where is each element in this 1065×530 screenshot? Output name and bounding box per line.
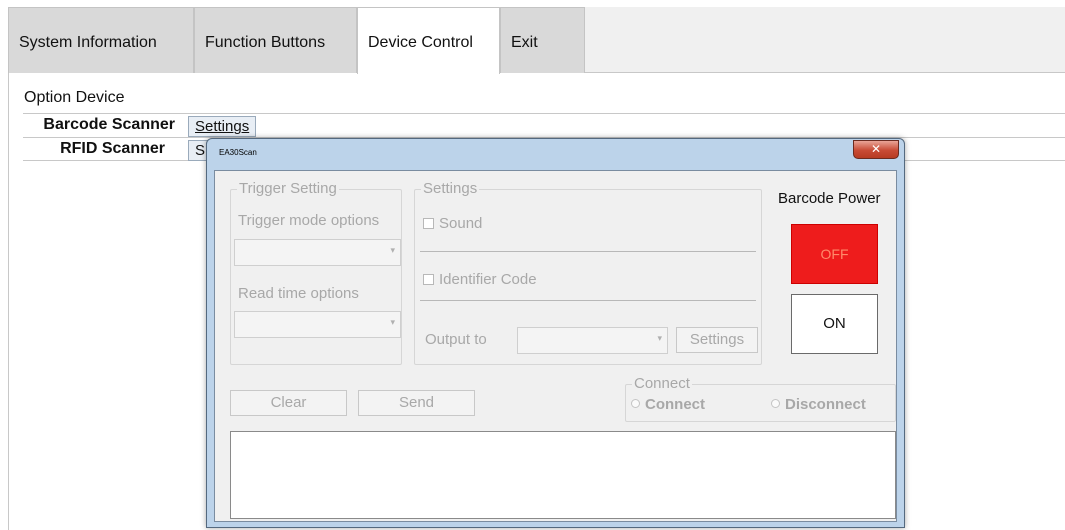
send-button[interactable]: Send	[358, 390, 475, 416]
divider	[420, 300, 756, 301]
connect-radio[interactable]: Connect	[631, 396, 705, 413]
settings-group: Settings Sound Identifier Code Output to…	[414, 180, 762, 365]
identifier-code-label: Identifier Code	[439, 271, 537, 288]
chevron-down-icon: ▾	[390, 317, 395, 327]
disconnect-label: Disconnect	[785, 396, 866, 413]
sound-label: Sound	[439, 215, 483, 232]
disconnect-radio[interactable]: Disconnect	[771, 396, 866, 413]
option-device-label: Option Device	[24, 89, 125, 106]
connect-group: Connect Connect Disconnect	[625, 375, 896, 422]
trigger-mode-label: Trigger mode options	[238, 212, 380, 229]
settings-group-title: Settings	[421, 180, 480, 197]
chevron-down-icon: ▾	[390, 245, 395, 255]
tab-strip: System Information Function Buttons Devi…	[8, 7, 1065, 74]
trigger-mode-select[interactable]: ▾	[234, 239, 401, 266]
output-to-label: Output to	[425, 331, 487, 348]
close-icon[interactable]: ✕	[853, 140, 899, 159]
barcode-power-label: Barcode Power	[778, 190, 881, 207]
chevron-down-icon: ▾	[657, 333, 662, 343]
output-textarea[interactable]	[230, 431, 896, 519]
identifier-code-checkbox[interactable]: Identifier Code	[423, 271, 537, 288]
read-time-select[interactable]: ▾	[234, 311, 401, 338]
power-off-button[interactable]: OFF	[791, 224, 878, 284]
barcode-settings-button[interactable]: Settings	[188, 116, 257, 137]
checkbox-icon	[423, 218, 434, 229]
rfid-scanner-label: RFID Scanner	[60, 140, 165, 157]
ea30scan-dialog: EA30Scan ✕ Trigger Setting Trigger mode …	[206, 138, 905, 528]
tab-exit[interactable]: Exit	[500, 7, 585, 73]
checkbox-icon	[423, 274, 434, 285]
clear-button[interactable]: Clear	[230, 390, 347, 416]
radio-icon	[771, 399, 780, 408]
dialog-title: EA30Scan	[219, 148, 257, 157]
tab-device-control[interactable]: Device Control	[357, 7, 500, 74]
radio-icon	[631, 399, 640, 408]
trigger-setting-group: Trigger Setting Trigger mode options ▾ R…	[230, 180, 402, 365]
option-row-barcode: Barcode Scanner Settings	[23, 113, 1065, 137]
power-on-button[interactable]: ON	[791, 294, 878, 354]
tab-system-information[interactable]: System Information	[8, 7, 194, 73]
sound-checkbox[interactable]: Sound	[423, 215, 482, 232]
divider	[420, 251, 756, 252]
barcode-scanner-label: Barcode Scanner	[43, 116, 175, 133]
connect-group-title: Connect	[632, 375, 692, 392]
output-to-select[interactable]: ▾	[517, 327, 668, 354]
connect-label: Connect	[645, 396, 705, 413]
read-time-label: Read time options	[238, 285, 359, 302]
dialog-body: Trigger Setting Trigger mode options ▾ R…	[214, 170, 897, 522]
tab-function-buttons[interactable]: Function Buttons	[194, 7, 357, 73]
output-settings-button[interactable]: Settings	[676, 327, 758, 353]
trigger-setting-title: Trigger Setting	[237, 180, 339, 197]
